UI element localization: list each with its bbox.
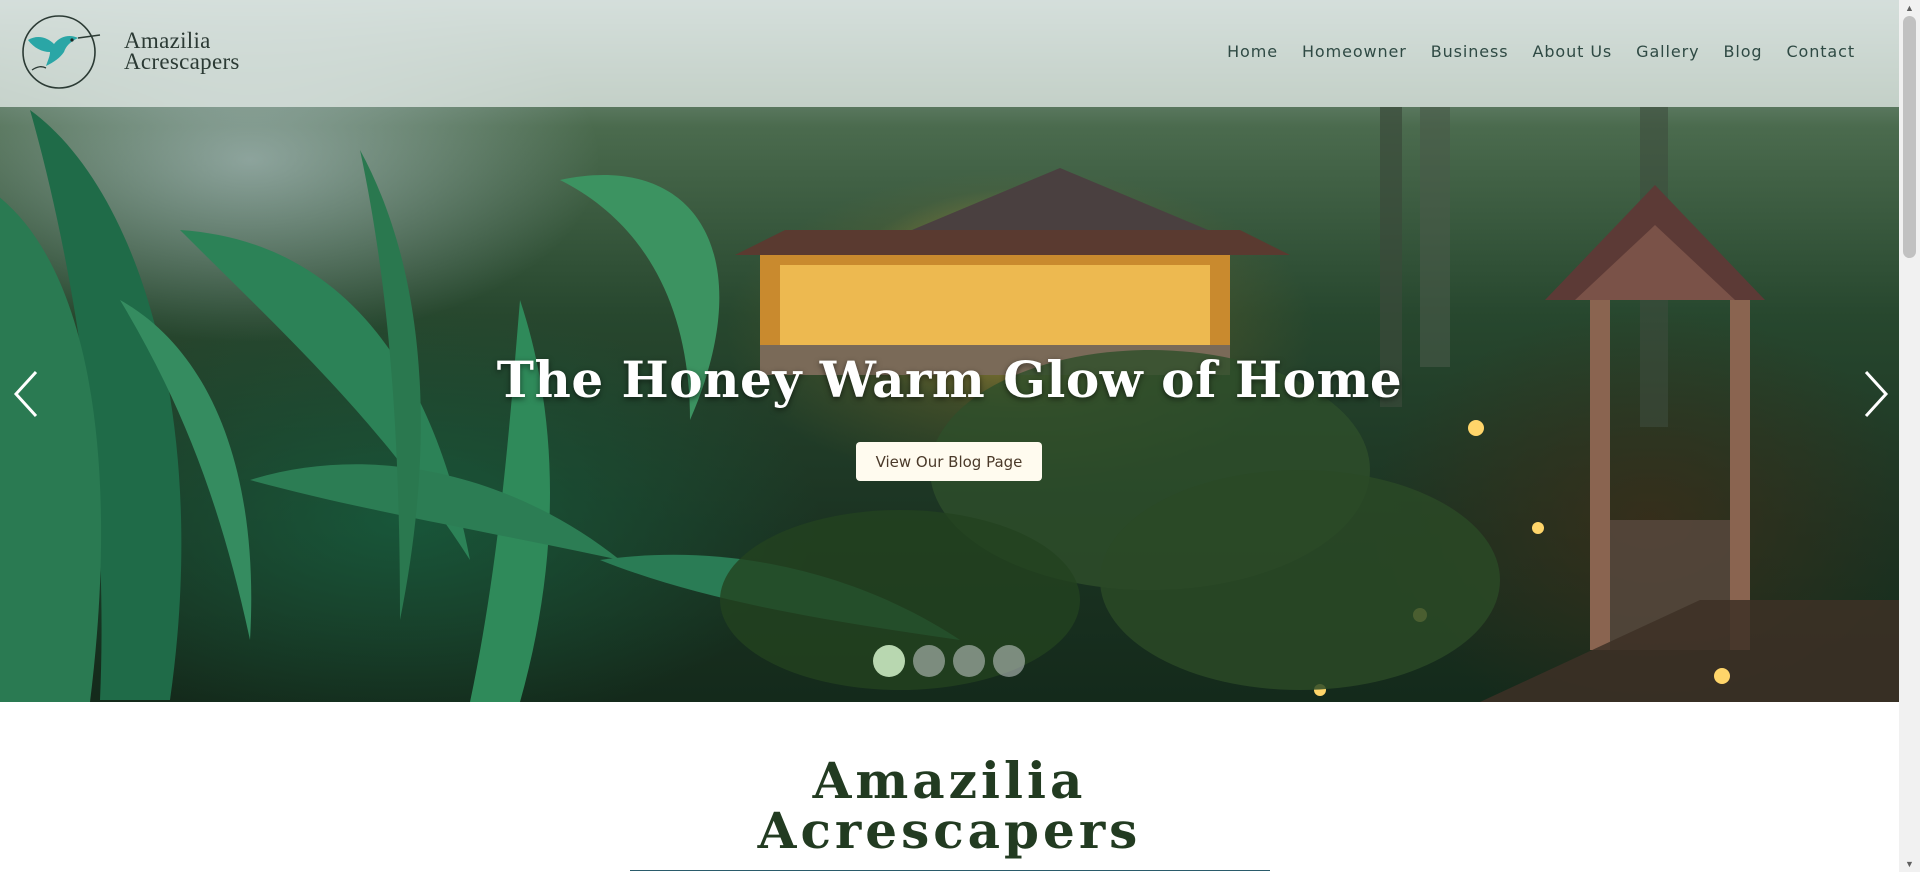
main-nav: Home Homeowner Business About Us Gallery… — [1215, 42, 1867, 61]
section-title: Amazilia Acrescapers — [0, 756, 1899, 856]
brand-line-2: Acrescapers — [124, 49, 240, 74]
section-divider — [630, 870, 1270, 871]
nav-homeowner[interactable]: Homeowner — [1290, 42, 1419, 61]
section-title-line-2: Acrescapers — [757, 801, 1142, 860]
slider-dot-1[interactable] — [873, 645, 905, 677]
hummingbird-icon — [22, 15, 101, 89]
slider-dots — [873, 645, 1025, 677]
chevron-left-icon — [13, 370, 38, 418]
chevron-right-icon — [1864, 370, 1889, 418]
logo[interactable] — [14, 12, 104, 90]
scroll-thumb[interactable] — [1903, 16, 1916, 258]
hero-title: The Honey Warm Glow of Home — [496, 350, 1403, 409]
slider-dot-3[interactable] — [953, 645, 985, 677]
section-title-line-1: Amazilia — [812, 751, 1087, 810]
slider-dot-4[interactable] — [993, 645, 1025, 677]
page-scrollbar[interactable]: ▲ ▼ — [1899, 0, 1920, 872]
slider-prev-button[interactable] — [10, 370, 44, 418]
nav-contact[interactable]: Contact — [1774, 42, 1867, 61]
nav-blog[interactable]: Blog — [1711, 42, 1774, 61]
slider-dot-2[interactable] — [913, 645, 945, 677]
nav-business[interactable]: Business — [1419, 42, 1521, 61]
brand-line-1: Amazilia — [124, 28, 211, 53]
nav-home[interactable]: Home — [1215, 42, 1290, 61]
scroll-up-icon[interactable]: ▲ — [1899, 0, 1920, 16]
nav-gallery[interactable]: Gallery — [1624, 42, 1711, 61]
scroll-down-icon[interactable]: ▼ — [1899, 856, 1920, 872]
view-blog-button[interactable]: View Our Blog Page — [856, 442, 1042, 481]
slider-next-button[interactable] — [1858, 370, 1892, 418]
site-header: Amazilia Acrescapers Home Homeowner Busi… — [0, 0, 1899, 107]
brand-name[interactable]: Amazilia Acrescapers — [124, 28, 240, 74]
nav-about-us[interactable]: About Us — [1521, 42, 1625, 61]
